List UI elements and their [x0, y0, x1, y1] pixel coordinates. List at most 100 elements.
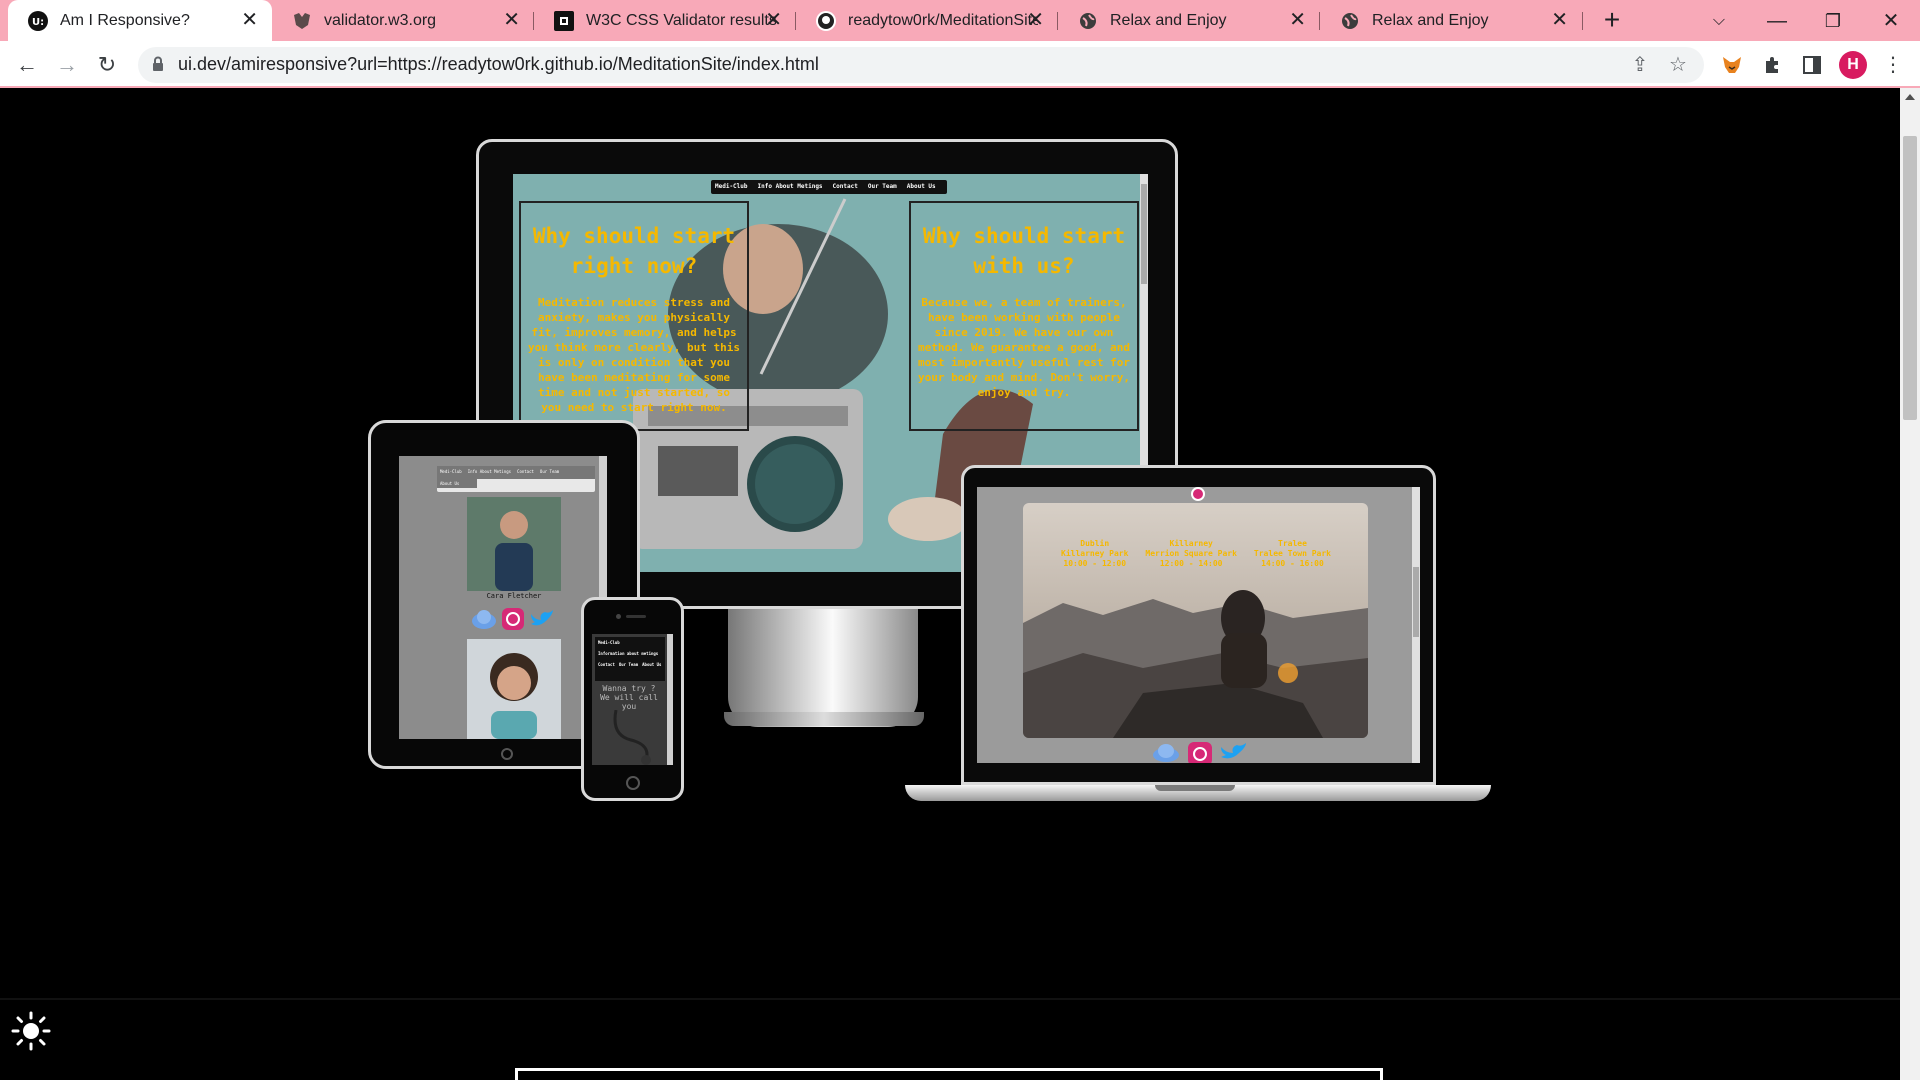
monitor-stand-base — [724, 712, 924, 726]
tab-title: validator.w3.org — [324, 11, 437, 29]
bookmark-star-icon[interactable]: ☆ — [1666, 53, 1690, 77]
lock-icon — [153, 56, 163, 71]
box-text: Meditation reduces stress and anxiety, m… — [528, 296, 740, 414]
tab-title: Relax and Enjoy — [1110, 11, 1227, 29]
forward-button[interactable]: → — [51, 49, 83, 81]
page-scrollbar[interactable] — [1900, 88, 1920, 1080]
reload-button[interactable]: ↻ — [91, 49, 123, 81]
tab-title: readytow0rk/MeditationSite — [848, 11, 1038, 29]
nav-item-medi-club[interactable]: Medi-Club — [440, 469, 462, 476]
laptop-preview-screen[interactable]: Dublin Killarney Park 10:00 - 12:00 Kill… — [977, 487, 1420, 763]
monitor-stand — [728, 609, 918, 727]
close-icon[interactable]: ✕ — [765, 10, 782, 30]
phone-home-button — [626, 776, 640, 790]
box-heading: Why should start right now? — [532, 224, 736, 278]
phone-frame: Medi-Club Information about metings Cont… — [581, 597, 684, 801]
nav-item-medi-club[interactable]: Medi-Club — [715, 183, 748, 191]
team-member-name: Cara Fletcher — [486, 592, 542, 600]
tab-title: W3C CSS Validator results f — [586, 11, 776, 29]
facebook-cloud-icon[interactable] — [1151, 741, 1181, 763]
nav-item-info[interactable]: Info About Metings — [758, 183, 823, 191]
tab-relax-2[interactable]: Relax and Enjoy ✕ — [1320, 0, 1582, 41]
phone-call-text: Wanna try ? We will call you — [600, 684, 658, 711]
social-icons — [471, 606, 561, 632]
tab-divider — [1582, 12, 1583, 30]
section-divider — [0, 998, 1900, 1000]
site-nav-bar: Medi-Club Info About Metings Contact Our… — [711, 180, 947, 194]
location-place: Tralee Town Park — [1253, 549, 1331, 558]
location-place: Merrion Square Park — [1145, 549, 1237, 558]
box-text: Because we, a team of trainers, have bee… — [918, 296, 1130, 399]
profile-avatar[interactable]: H — [1839, 51, 1867, 79]
nav-item-our-team[interactable]: Our Team — [619, 662, 638, 667]
tab-relax-1[interactable]: Relax and Enjoy ✕ — [1058, 0, 1320, 41]
nav-item-contact[interactable]: Contact — [833, 183, 858, 191]
close-icon[interactable]: ✕ — [503, 10, 520, 30]
instagram-icon[interactable] — [1187, 741, 1213, 763]
location-killarney: Killarney Merrion Square Park 12:00 - 14… — [1145, 539, 1237, 569]
nav-item-info[interactable]: Information about metings — [595, 648, 665, 659]
phone-preview-screen[interactable]: Medi-Club Information about metings Cont… — [592, 634, 673, 765]
instagram-icon[interactable] — [501, 607, 525, 631]
tab-divider — [795, 12, 796, 30]
address-bar[interactable]: ui.dev/amiresponsive?url=https://readyto… — [138, 47, 1704, 83]
location-time: 14:00 - 16:00 — [1261, 559, 1324, 568]
nav-item-about[interactable]: About Us — [642, 662, 661, 667]
menu-kebab-icon[interactable]: ⋮ — [1879, 51, 1907, 79]
laptop-notch — [1155, 785, 1235, 791]
tab-am-i-responsive[interactable]: U: Am I Responsive? ✕ — [8, 0, 272, 41]
twitter-icon[interactable] — [1219, 741, 1249, 763]
close-icon[interactable]: ✕ — [1289, 10, 1306, 30]
metamask-fox-icon[interactable] — [1718, 51, 1746, 79]
restore-button[interactable]: ❐ — [1813, 6, 1853, 36]
phone-nav-menu: Medi-Club Information about metings Cont… — [595, 637, 665, 681]
team-photo-curly — [467, 639, 561, 739]
nav-item-info[interactable]: Info About Metings — [468, 469, 511, 476]
location-time: 10:00 - 12:00 — [1063, 559, 1127, 568]
window-close-button[interactable]: ✕ — [1871, 6, 1911, 36]
location-tralee: Tralee Tralee Town Park 14:00 - 16:00 — [1254, 539, 1331, 569]
nav-item-about[interactable]: About Us — [907, 183, 936, 191]
nav-item-our-team[interactable]: Our Team — [868, 183, 897, 191]
location-place: Killarney Park — [1061, 549, 1129, 558]
locations-table: Dublin Killarney Park 10:00 - 12:00 Kill… — [1061, 539, 1331, 569]
new-tab-button[interactable]: + — [1597, 6, 1627, 36]
preview-scrollbar — [667, 634, 673, 765]
extensions-puzzle-icon[interactable] — [1758, 51, 1786, 79]
tablet-preview-screen[interactable]: Medi-Club Info About Metings Contact Our… — [399, 456, 607, 739]
tab-divider — [533, 12, 534, 30]
scroll-up-arrow[interactable] — [1905, 94, 1915, 100]
facebook-cloud-icon[interactable] — [471, 608, 497, 630]
location-city: Dublin — [1080, 539, 1110, 548]
sun-theme-toggle-icon[interactable] — [10, 1010, 52, 1052]
phone-camera — [616, 614, 621, 619]
tablet-home-button — [501, 748, 513, 760]
side-panel-icon[interactable] — [1798, 51, 1826, 79]
close-icon[interactable]: ✕ — [241, 10, 258, 30]
twitter-icon[interactable] — [529, 608, 555, 630]
nav-item-about[interactable]: About Us — [440, 481, 459, 486]
tab-github[interactable]: readytow0rk/MeditationSite ✕ — [796, 0, 1058, 41]
back-button[interactable]: ← — [11, 49, 43, 81]
tab-css-validator[interactable]: W3C CSS Validator results f ✕ — [534, 0, 796, 41]
team-photo-man — [467, 497, 561, 591]
tab-title: Am I Responsive? — [60, 11, 190, 29]
url-input-box[interactable] — [515, 1068, 1383, 1080]
social-icons — [1142, 741, 1257, 763]
tablet-nav-bar: Medi-Club Info About Metings Contact Our… — [437, 466, 595, 492]
globe-icon — [1078, 11, 1098, 31]
share-icon[interactable]: ⇪ — [1628, 53, 1652, 77]
scroll-thumb[interactable] — [1903, 136, 1917, 420]
nav-item-contact[interactable]: Contact — [517, 469, 534, 476]
github-icon — [816, 10, 836, 31]
tab-search-icon[interactable]: ⌵ — [1699, 6, 1739, 36]
tab-strip: U: Am I Responsive? ✕ validator.w3.org ✕… — [0, 0, 1920, 41]
minimize-button[interactable]: — — [1757, 6, 1797, 36]
close-icon[interactable]: ✕ — [1551, 10, 1568, 30]
nav-item-our-team[interactable]: Our Team — [540, 469, 559, 476]
location-city: Tralee — [1278, 539, 1307, 548]
nav-item-contact[interactable]: Contact — [598, 662, 615, 667]
close-icon[interactable]: ✕ — [1027, 10, 1044, 30]
nav-item-medi-club[interactable]: Medi-Club — [595, 637, 665, 648]
tab-validator[interactable]: validator.w3.org ✕ — [272, 0, 534, 41]
